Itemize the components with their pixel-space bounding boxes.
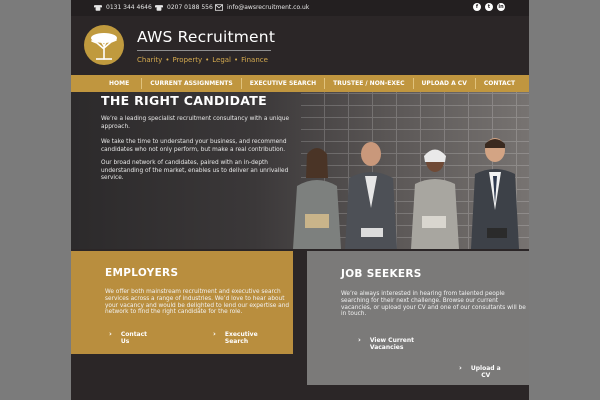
page: 0131 344 4646 0207 0188 556 info@awsrecr…	[71, 0, 529, 400]
employers-panel: EMPLOYERS We offer both mainstream recru…	[71, 251, 293, 354]
social-links: f t in	[473, 3, 505, 11]
phone-london[interactable]: 0207 0188 556	[155, 4, 213, 11]
cta-label: Upload a CV	[471, 365, 501, 379]
nav-upload-cv[interactable]: UPLOAD A CV	[412, 78, 475, 89]
cta-line-1: View Current	[369, 337, 414, 344]
nav-trustee-non-exec[interactable]: TRUSTEE / NON-EXEC	[324, 78, 412, 89]
brand-name[interactable]: AWS Recruitment	[137, 28, 275, 46]
phone-number-1: 0131 344 4646	[106, 4, 152, 11]
sector-legal: Legal	[212, 56, 231, 64]
chevron-right-icon: ›	[109, 330, 112, 338]
job-seekers-title: JOB SEEKERS	[341, 268, 422, 280]
chevron-right-icon: ›	[213, 330, 216, 338]
nav-current-assignments[interactable]: CURRENT ASSIGNMENTS	[141, 78, 241, 89]
phone-number-2: 0207 0188 556	[167, 4, 213, 11]
envelope-icon	[215, 4, 223, 11]
hero-paragraph-2: We take the time to understand your busi…	[101, 139, 287, 153]
upload-a-cv-button[interactable]: › Upload a CV	[459, 364, 501, 380]
contact-us-button[interactable]: › Contact Us	[109, 330, 147, 346]
brand-sectors: Charity • Property • Legal • Finance	[137, 56, 268, 64]
job-seekers-panel: JOB SEEKERS We’re always interested in h…	[307, 251, 529, 385]
hero-paragraph-1: We’re a leading specialist recruitment c…	[101, 116, 290, 130]
job-seekers-text: We’re always interested in hearing from …	[341, 291, 526, 318]
cta-line-2: CV	[481, 372, 491, 379]
top-contact-bar: 0131 344 4646 0207 0188 556 info@awsrecr…	[71, 0, 529, 16]
cta-line-2: Us	[120, 338, 130, 345]
nav-home[interactable]: HOME	[101, 78, 141, 89]
chevron-right-icon: ›	[358, 336, 361, 344]
hero-banner: THE RIGHT CANDIDATE We’re a leading spec…	[71, 92, 529, 249]
main-nav: HOME CURRENT ASSIGNMENTS EXECUTIVE SEARC…	[71, 75, 529, 92]
team-photo	[293, 138, 519, 249]
nav-contact[interactable]: CONTACT	[474, 78, 523, 89]
phone-icon	[155, 5, 163, 11]
email-link[interactable]: info@awsrecruitment.co.uk	[215, 4, 309, 11]
sector-separator: •	[205, 56, 210, 64]
cta-line-1: Executive	[224, 331, 258, 338]
hero-title: THE RIGHT CANDIDATE	[101, 93, 267, 108]
email-address: info@awsrecruitment.co.uk	[227, 4, 310, 11]
sector-separator: •	[165, 56, 170, 64]
linkedin-icon[interactable]: in	[497, 3, 505, 11]
sector-charity: Charity	[137, 56, 163, 64]
facebook-icon[interactable]: f	[473, 3, 481, 11]
twitter-icon[interactable]: t	[485, 3, 493, 11]
chevron-right-icon: ›	[459, 364, 462, 372]
view-current-vacancies-button[interactable]: › View Current Vacancies	[358, 336, 414, 352]
cta-line-1: Contact	[120, 331, 148, 338]
tree-logo[interactable]	[84, 25, 124, 65]
cta-line-2: Search	[224, 338, 249, 345]
cta-label: View Current Vacancies	[370, 337, 414, 351]
executive-search-button[interactable]: › Executive Search	[213, 330, 258, 346]
sector-finance: Finance	[241, 56, 268, 64]
brand-divider	[137, 50, 271, 51]
cta-line-1: Upload a	[470, 365, 501, 372]
employers-text: We offer both mainstream recruitment and…	[105, 289, 290, 316]
cta-label: Executive Search	[225, 331, 258, 345]
tree-icon	[91, 33, 117, 60]
cta-line-2: Vacancies	[369, 344, 404, 351]
nav-executive-search[interactable]: EXECUTIVE SEARCH	[240, 78, 324, 89]
phone-edinburgh[interactable]: 0131 344 4646	[94, 4, 152, 11]
sector-property: Property	[172, 56, 203, 64]
hero-paragraph-3: Our broad network of candidates, paired …	[101, 160, 289, 181]
employers-title: EMPLOYERS	[105, 267, 179, 279]
phone-icon	[94, 5, 102, 11]
cta-label: Contact Us	[121, 331, 147, 345]
sector-separator: •	[234, 56, 239, 64]
